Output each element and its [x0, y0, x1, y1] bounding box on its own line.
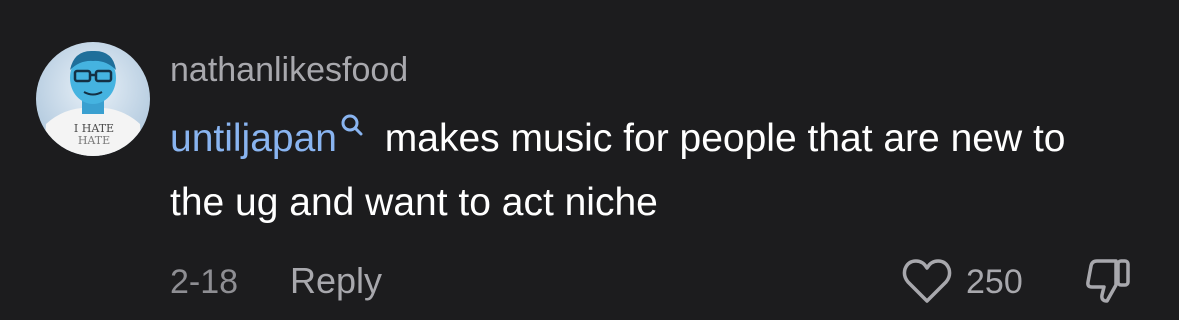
comment-body: untiljapan makes music for people that a…	[170, 107, 1130, 235]
search-icon[interactable]	[340, 113, 364, 137]
like-button[interactable]	[902, 257, 952, 305]
thumbs-down-icon	[1086, 259, 1130, 303]
avatar[interactable]: I HATE HATE	[36, 42, 150, 156]
reply-button[interactable]: Reply	[290, 261, 382, 301]
heart-icon	[902, 259, 952, 303]
like-count: 250	[966, 263, 1023, 301]
mention-text[interactable]: untiljapan	[170, 117, 337, 160]
dislike-button[interactable]	[1082, 255, 1134, 307]
avatar-shirt-line2: HATE	[78, 134, 110, 147]
mention-link[interactable]: untiljapan	[170, 114, 374, 160]
comment-date: 2-18	[170, 263, 239, 301]
avatar-image: I HATE HATE	[36, 42, 150, 156]
comment-username[interactable]: nathanlikesfood	[170, 50, 408, 90]
